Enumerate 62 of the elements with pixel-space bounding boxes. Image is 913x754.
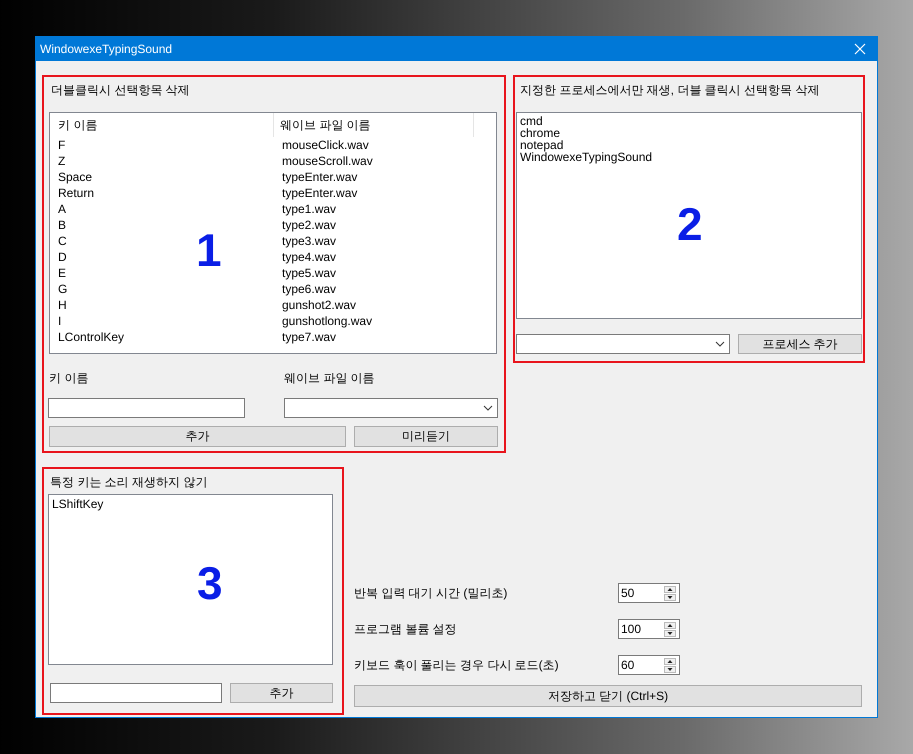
setting-label: 반복 입력 대기 시간 (밀리초): [354, 584, 508, 602]
annotation-number: 3: [197, 560, 223, 606]
table-cell-text: Space: [57, 169, 94, 185]
save-close-button[interactable]: 저장하고 닫기 (Ctrl+S): [354, 685, 862, 707]
group-title: 지정한 프로세스에서만 재생, 더블 클릭시 선택항목 삭제: [519, 83, 820, 97]
table-cell-text: type4.wav: [281, 249, 338, 265]
group-title: 더블클릭시 선택항목 삭제: [50, 83, 191, 97]
table-cell-text: typeEnter.wav: [281, 169, 358, 185]
key-input-field[interactable]: [50, 683, 222, 703]
table-cell-text: F: [57, 137, 66, 153]
table-cell-text: C: [57, 233, 68, 249]
table-cell-text: A: [57, 201, 68, 217]
key-label: 키 이름: [49, 370, 90, 386]
table-cell-text: E: [57, 265, 68, 281]
table-cell-text: type6.wav: [281, 281, 338, 297]
key-sound-list[interactable]: [49, 112, 497, 354]
key-input-field[interactable]: [48, 398, 245, 418]
list-item[interactable]: chrome: [520, 127, 858, 139]
table-cell-text: LControlKey: [57, 329, 126, 345]
list-item[interactable]: notepad: [520, 139, 858, 151]
number-spinner[interactable]: 60: [618, 655, 680, 675]
chevron-down-icon: [483, 405, 493, 411]
process-dropdown[interactable]: [516, 334, 730, 354]
table-cell-text: G: [57, 281, 68, 297]
column-header[interactable]: 키 이름: [50, 113, 274, 137]
annotation-number: 1: [196, 227, 222, 273]
close-icon[interactable]: [853, 42, 867, 56]
list-item[interactable]: LShiftKey: [52, 497, 329, 511]
table-cell-text: type5.wav: [281, 265, 338, 281]
add-button[interactable]: 추가: [230, 683, 333, 703]
number-spinner[interactable]: 50: [618, 583, 680, 603]
setting-label: 키보드 훅이 풀리는 경우 다시 로드(초): [354, 656, 560, 674]
table-cell-text: mouseClick.wav: [281, 137, 370, 153]
setting-label: 프로그램 볼륨 설정: [354, 620, 458, 638]
table-cell-text: Z: [57, 153, 66, 169]
table-cell-text: I: [57, 313, 62, 329]
annotation-number: 2: [677, 201, 703, 247]
add-button[interactable]: 추가: [49, 426, 346, 447]
table-cell-text: H: [57, 297, 68, 313]
table-cell-text: gunshot2.wav: [281, 297, 358, 313]
table-cell-text: typeEnter.wav: [281, 185, 358, 201]
list-item[interactable]: cmd: [520, 115, 858, 127]
wave-file-dropdown[interactable]: [284, 398, 498, 418]
add-process-button[interactable]: 프로세스 추가: [738, 334, 862, 354]
wave-file-label: 웨이브 파일 이름: [284, 370, 375, 386]
table-cell-text: mouseScroll.wav: [281, 153, 374, 169]
table-cell-text: Return: [57, 185, 96, 201]
chevron-down-icon: [715, 341, 725, 347]
table-cell-text: type2.wav: [281, 217, 338, 233]
column-header[interactable]: 웨이브 파일 이름: [274, 113, 474, 137]
group-title: 특정 키는 소리 재생하지 않기: [49, 475, 208, 489]
window-title: WindowexeTypingSound: [40, 42, 172, 56]
table-cell-text: B: [57, 217, 68, 233]
table-cell-text: gunshotlong.wav: [281, 313, 374, 329]
list-item[interactable]: WindowexeTypingSound: [520, 151, 858, 163]
number-spinner[interactable]: 100: [618, 619, 680, 639]
process-list[interactable]: cmd chrome notepad WindowexeTypingSound 2: [516, 112, 862, 319]
excluded-key-list[interactable]: LShiftKey 3: [48, 494, 333, 665]
table-cell-text: type7.wav: [281, 329, 338, 345]
table-cell-text: type3.wav: [281, 233, 338, 249]
preview-button[interactable]: 미리듣기: [354, 426, 498, 447]
table-cell-text: type1.wav: [281, 201, 338, 217]
